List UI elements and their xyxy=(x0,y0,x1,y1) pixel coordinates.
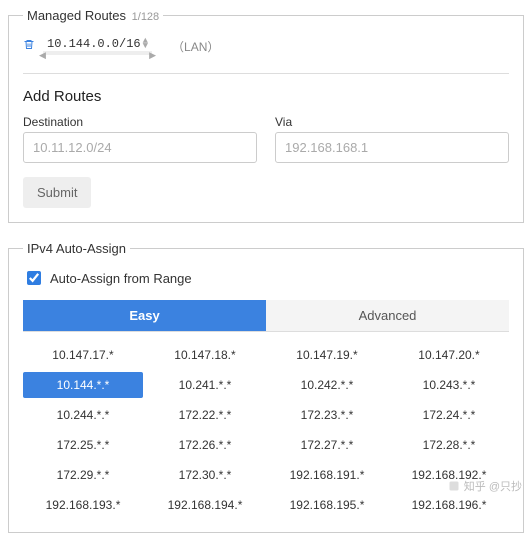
route-entry: ◀ 10.144.0.0/16 ▲▼ ▶ （LAN） xyxy=(23,35,509,65)
via-label: Via xyxy=(275,115,509,129)
add-routes-form: Destination Via xyxy=(23,115,509,163)
range-option[interactable]: 172.25.*.* xyxy=(23,432,143,458)
range-option[interactable]: 172.29.*.* xyxy=(23,462,143,488)
range-grid: 10.147.17.*10.147.18.*10.147.19.*10.147.… xyxy=(23,342,509,518)
route-note: （LAN） xyxy=(172,38,219,55)
submit-button[interactable]: Submit xyxy=(23,177,91,208)
stepper-icon[interactable]: ▲▼ xyxy=(143,39,148,49)
managed-routes-count: 1/128 xyxy=(132,11,160,23)
via-input[interactable] xyxy=(275,132,509,163)
range-option[interactable]: 10.244.*.* xyxy=(23,402,143,428)
range-option[interactable]: 172.24.*.* xyxy=(389,402,509,428)
range-option[interactable]: 192.168.194.* xyxy=(145,492,265,518)
range-tabs: Easy Advanced xyxy=(23,300,509,332)
range-option[interactable]: 172.30.*.* xyxy=(145,462,265,488)
range-option[interactable]: 192.168.195.* xyxy=(267,492,387,518)
add-routes-title: Add Routes xyxy=(23,88,509,105)
range-option[interactable]: 10.147.17.* xyxy=(23,342,143,368)
route-cidr-chip[interactable]: ◀ 10.144.0.0/16 ▲▼ ▶ xyxy=(43,37,152,55)
route-cidr: 10.144.0.0/16 xyxy=(47,37,141,51)
watermark: 知乎 @只抄 xyxy=(448,478,522,494)
range-option[interactable]: 10.147.20.* xyxy=(389,342,509,368)
range-option[interactable]: 192.168.196.* xyxy=(389,492,509,518)
range-option[interactable]: 172.22.*.* xyxy=(145,402,265,428)
auto-assign-checkbox-row[interactable]: Auto-Assign from Range xyxy=(23,268,509,288)
managed-routes-panel: Managed Routes 1/128 ◀ 10.144.0.0/16 ▲▼ … xyxy=(8,8,524,223)
scroll-left-icon[interactable]: ◀ xyxy=(37,51,48,61)
divider xyxy=(23,73,509,74)
range-option[interactable]: 10.147.18.* xyxy=(145,342,265,368)
ipv4-auto-assign-legend: IPv4 Auto-Assign xyxy=(23,241,130,256)
trash-icon[interactable] xyxy=(23,38,35,54)
auto-assign-checkbox-label: Auto-Assign from Range xyxy=(50,271,192,286)
range-option[interactable]: 192.168.193.* xyxy=(23,492,143,518)
range-option[interactable]: 10.242.*.* xyxy=(267,372,387,398)
destination-label: Destination xyxy=(23,115,257,129)
destination-input[interactable] xyxy=(23,132,257,163)
range-option[interactable]: 10.243.*.* xyxy=(389,372,509,398)
tab-advanced[interactable]: Advanced xyxy=(266,300,509,331)
managed-routes-title: Managed Routes xyxy=(27,8,126,23)
auto-assign-checkbox[interactable] xyxy=(27,271,41,285)
range-option[interactable]: 10.147.19.* xyxy=(267,342,387,368)
scroll-right-icon[interactable]: ▶ xyxy=(147,51,158,61)
range-option[interactable]: 172.27.*.* xyxy=(267,432,387,458)
tab-easy[interactable]: Easy xyxy=(23,300,266,331)
ipv4-auto-assign-panel: IPv4 Auto-Assign Auto-Assign from Range … xyxy=(8,241,524,533)
range-option[interactable]: 172.23.*.* xyxy=(267,402,387,428)
managed-routes-legend: Managed Routes 1/128 xyxy=(23,8,163,23)
range-option[interactable]: 172.28.*.* xyxy=(389,432,509,458)
range-option[interactable]: 10.241.*.* xyxy=(145,372,265,398)
range-option[interactable]: 10.144.*.* xyxy=(23,372,143,398)
range-option[interactable]: 172.26.*.* xyxy=(145,432,265,458)
range-option[interactable]: 192.168.191.* xyxy=(267,462,387,488)
watermark-text: 知乎 @只抄 xyxy=(464,478,522,494)
